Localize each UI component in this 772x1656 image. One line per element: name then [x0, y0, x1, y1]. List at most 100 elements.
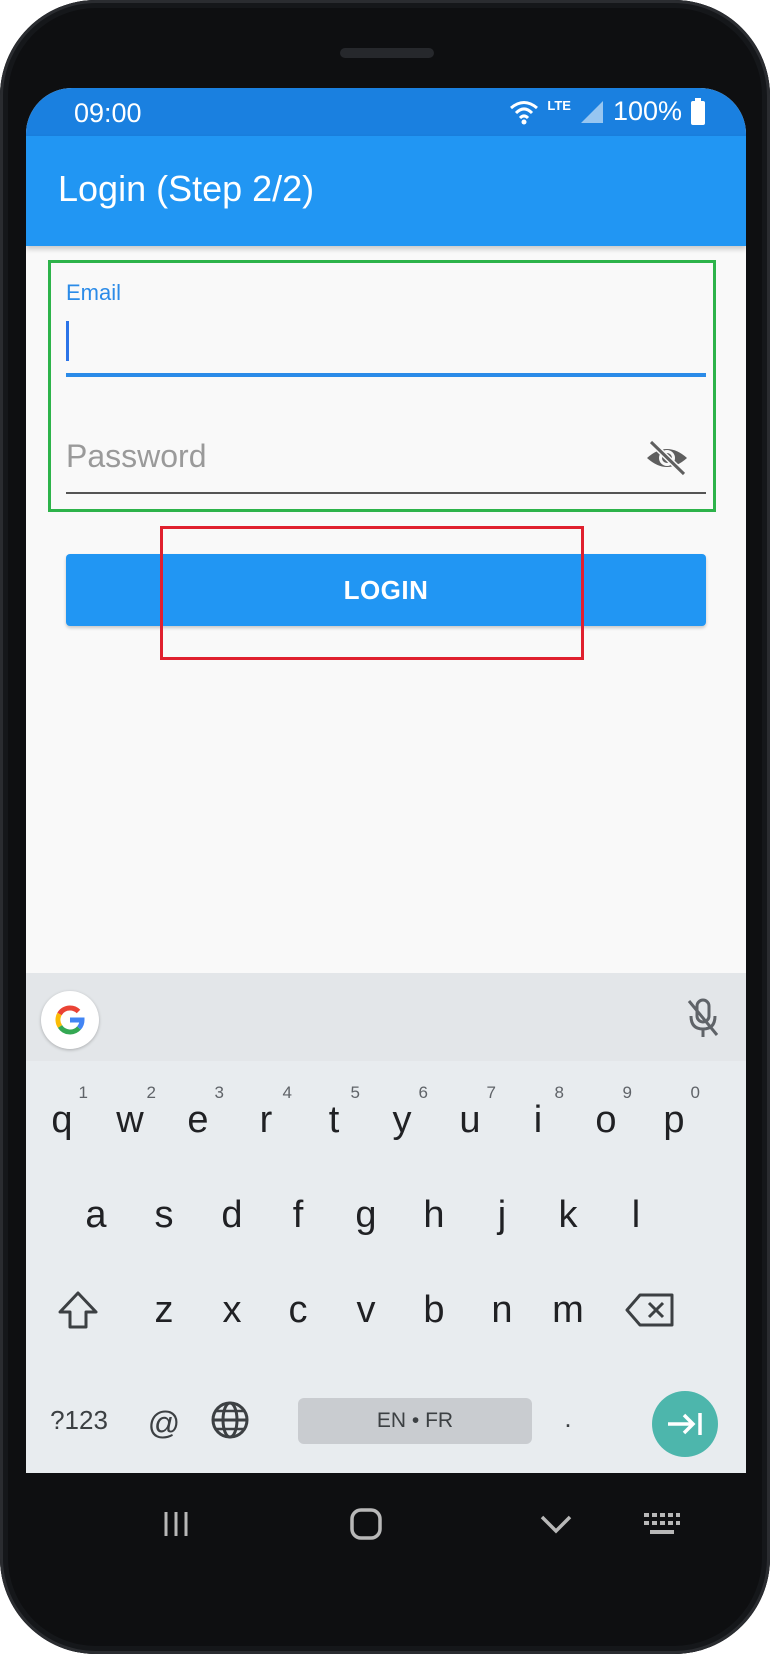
wifi-icon — [510, 100, 539, 124]
signal-icon — [580, 100, 603, 123]
key-n[interactable]: n — [470, 1265, 534, 1355]
key-hint: 7 — [486, 1083, 496, 1102]
key-hint: 1 — [78, 1083, 88, 1102]
shift-key[interactable] — [46, 1265, 110, 1355]
period-key[interactable]: . — [536, 1373, 600, 1463]
key-label: c — [288, 1288, 308, 1331]
status-bar: 09:00 LTE 100% — [26, 88, 746, 136]
key-i[interactable]: i8 — [506, 1075, 570, 1165]
key-r[interactable]: r4 — [234, 1075, 298, 1165]
key-label: l — [631, 1193, 641, 1236]
key-label: k — [558, 1193, 578, 1236]
keyboard-icon[interactable] — [642, 1511, 682, 1537]
text-caret — [66, 321, 69, 361]
button-highlight-box — [160, 526, 584, 660]
key-e[interactable]: e3 — [166, 1075, 230, 1165]
key-label: s — [154, 1193, 174, 1236]
key-h[interactable]: h — [402, 1170, 466, 1260]
key-label: i — [533, 1098, 543, 1141]
password-placeholder: Password — [66, 438, 207, 474]
google-button[interactable] — [41, 991, 99, 1049]
at-key[interactable]: @ — [132, 1378, 196, 1468]
key-label: v — [356, 1288, 376, 1331]
key-label: w — [116, 1098, 144, 1141]
key-label: j — [497, 1193, 507, 1236]
key-g[interactable]: g — [334, 1170, 398, 1260]
globe-icon — [211, 1401, 249, 1439]
space-key-label: EN • FR — [376, 1409, 454, 1432]
email-label: Email — [66, 280, 122, 305]
tab-arrow-icon — [668, 1413, 702, 1435]
key-label: o — [595, 1098, 617, 1141]
key-k[interactable]: k — [536, 1170, 600, 1260]
symbols-key[interactable]: ?123 — [44, 1375, 114, 1465]
earpiece-speaker — [340, 48, 434, 58]
key-j[interactable]: j — [470, 1170, 534, 1260]
key-p[interactable]: p0 — [642, 1075, 706, 1165]
back-icon[interactable] — [538, 1513, 574, 1535]
key-label: q — [51, 1098, 73, 1141]
eye-off-icon[interactable] — [644, 438, 690, 478]
next-field-key[interactable] — [652, 1391, 718, 1457]
navigation-bar — [26, 1473, 746, 1573]
key-c[interactable]: c — [266, 1265, 330, 1355]
key-label: y — [392, 1098, 412, 1141]
space-key[interactable]: EN • FR — [298, 1398, 532, 1444]
key-f[interactable]: f — [266, 1170, 330, 1260]
keyboard-toolbar — [26, 973, 746, 1061]
home-icon[interactable] — [349, 1507, 383, 1541]
key-label: r — [259, 1098, 273, 1141]
key-z[interactable]: z — [132, 1265, 196, 1355]
key-y[interactable]: y6 — [370, 1075, 434, 1165]
key-w[interactable]: w2 — [98, 1075, 162, 1165]
key-b[interactable]: b — [402, 1265, 466, 1355]
key-a[interactable]: a — [64, 1170, 128, 1260]
status-icons: LTE 100% — [509, 96, 706, 127]
page-title: Login (Step 2/2) — [58, 168, 315, 209]
key-label: m — [552, 1288, 584, 1331]
key-o[interactable]: o9 — [574, 1075, 638, 1165]
key-u[interactable]: u7 — [438, 1075, 502, 1165]
email-underline — [66, 373, 706, 377]
key-hint: 5 — [350, 1083, 360, 1102]
key-label: @ — [147, 1404, 181, 1441]
email-field[interactable] — [66, 313, 706, 377]
recents-icon[interactable] — [160, 1508, 192, 1540]
key-l[interactable]: l — [604, 1170, 668, 1260]
key-label: n — [491, 1288, 513, 1331]
key-t[interactable]: t5 — [302, 1075, 366, 1165]
key-hint: 6 — [418, 1083, 428, 1102]
key-label: . — [564, 1402, 572, 1433]
key-s[interactable]: s — [132, 1170, 196, 1260]
key-label: h — [423, 1193, 445, 1236]
key-label: x — [222, 1288, 242, 1331]
battery-percent: 100% — [612, 96, 682, 126]
key-x[interactable]: x — [200, 1265, 264, 1355]
google-icon — [55, 1005, 85, 1035]
key-label: ?123 — [50, 1404, 108, 1435]
key-label: g — [355, 1193, 377, 1236]
battery-icon — [691, 97, 705, 125]
status-time: 09:00 — [74, 98, 142, 128]
soft-keyboard: q1 w2 e3 r4 t5 y6 u7 i8 o9 p0 a s d f g … — [26, 973, 746, 1473]
mic-off-icon[interactable] — [686, 997, 720, 1039]
key-label: u — [459, 1098, 481, 1141]
key-m[interactable]: m — [536, 1265, 600, 1355]
key-label: t — [328, 1098, 340, 1141]
key-hint: 8 — [554, 1083, 564, 1102]
app-bar: Login (Step 2/2) — [26, 136, 746, 246]
key-v[interactable]: v — [334, 1265, 398, 1355]
key-hint: 4 — [282, 1083, 292, 1102]
key-d[interactable]: d — [200, 1170, 264, 1260]
network-type: LTE — [547, 98, 571, 113]
shift-icon — [58, 1291, 98, 1329]
key-hint: 0 — [690, 1083, 700, 1102]
screen: 09:00 LTE 100% Login (Step 2/2) Email Pa… — [26, 88, 746, 1473]
language-key[interactable] — [198, 1375, 262, 1465]
key-label: p — [663, 1098, 685, 1141]
key-hint: 2 — [146, 1083, 156, 1102]
key-hint: 9 — [622, 1083, 632, 1102]
key-q[interactable]: q1 — [30, 1075, 94, 1165]
backspace-key[interactable] — [618, 1265, 682, 1355]
password-underline — [66, 492, 706, 494]
